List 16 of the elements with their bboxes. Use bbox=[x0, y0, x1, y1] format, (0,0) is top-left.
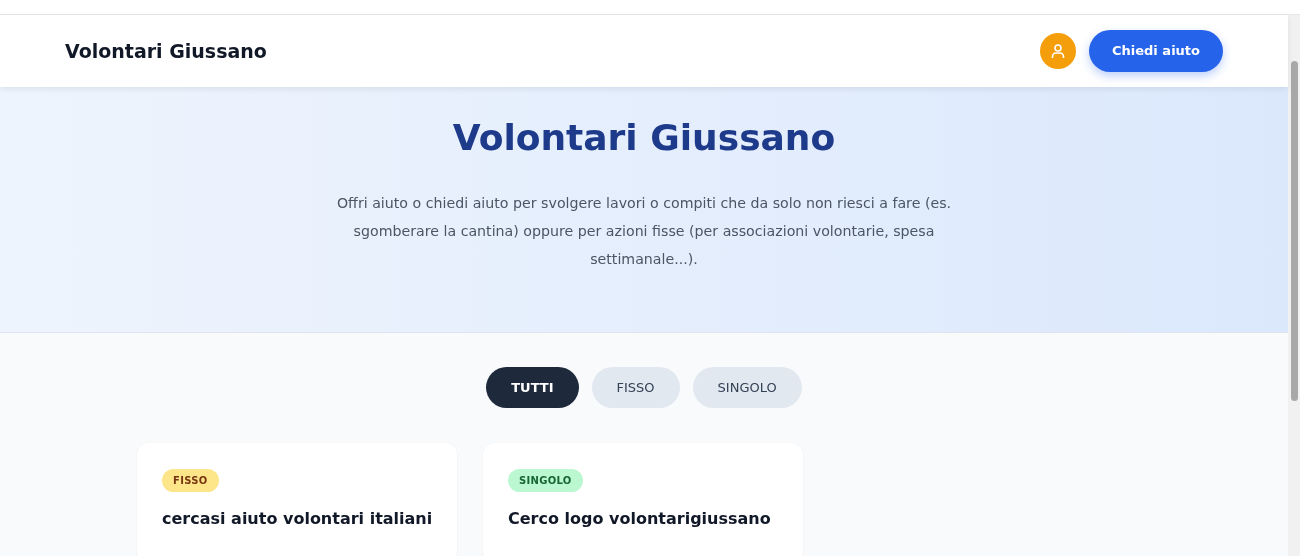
card-title[interactable]: Cerco logo volontarigiussano bbox=[508, 507, 771, 530]
request-card[interactable]: FISSO cercasi aiuto volontari italiani bbox=[137, 442, 457, 556]
ask-help-button[interactable]: Chiedi aiuto bbox=[1089, 29, 1223, 72]
site-title[interactable]: Volontari Giussano bbox=[65, 39, 1040, 62]
filter-tab[interactable]: FISSO bbox=[591, 366, 680, 408]
card-title[interactable]: cercasi aiuto volontari italiani bbox=[162, 507, 433, 530]
category-tag: SINGOLO bbox=[508, 468, 583, 492]
request-card[interactable]: SINGOLO Cerco logo volontarigiussano bbox=[483, 442, 803, 556]
filter-tab[interactable]: SINGOLO bbox=[692, 366, 802, 408]
hero-title: Volontari Giussano bbox=[452, 116, 836, 158]
hero-description: Offri aiuto o chiedi aiuto per svolgere lavori o compiti che da solo non riesci a fare (es. sgomberare la cantina) oppure per azioni fisse (per associazioni volontarie, spesa settimanale...). bbox=[335, 193, 953, 269]
scrollbar-thumb[interactable] bbox=[1290, 61, 1298, 401]
user-button[interactable] bbox=[1040, 32, 1076, 69]
filter-tab[interactable]: TUTTI bbox=[486, 366, 579, 408]
user-icon bbox=[1050, 42, 1066, 59]
category-tag: FISSO bbox=[162, 468, 219, 492]
